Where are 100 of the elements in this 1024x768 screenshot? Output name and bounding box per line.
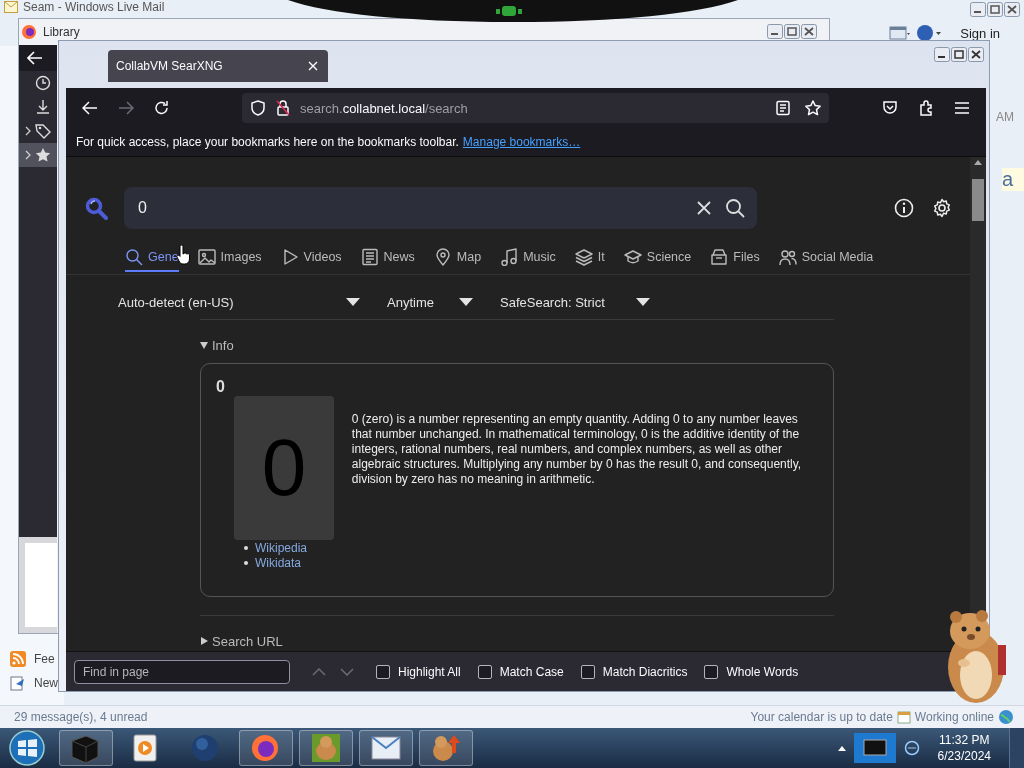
map-pin-icon	[433, 248, 452, 266]
window-controls-icon[interactable]	[767, 24, 817, 40]
image-text: 0	[234, 396, 334, 540]
image-icon	[197, 248, 216, 266]
browser-tab[interactable]: CollabVM SearXNG	[108, 50, 328, 82]
download-icon[interactable]	[35, 99, 51, 115]
newspaper-icon	[360, 248, 379, 266]
monitor-icon[interactable]	[853, 733, 896, 763]
chevron-icon[interactable]	[25, 150, 31, 160]
description-text: 0 (zero) is a number representing an empty quantity. Adding 0 to any number leaves that number unchanged. In mathematical terminology, 0 is the additive identity of the integers, rational numbers, real numbers, and complex numbers, as well as other algebraic structures. Multiplying any number by 0 has the result 0, and consequently, division by zero has no meaning in arithmetic.	[351, 411, 803, 488]
clock-time: 11:32 PM	[939, 733, 990, 747]
next-icon[interactable]	[340, 667, 354, 676]
connection-status: Working online	[914, 710, 994, 724]
section-toggle[interactable]: Info	[212, 337, 234, 353]
source-link[interactable]: Wikipedia	[255, 540, 308, 555]
folder-item[interactable]: New	[10, 675, 58, 691]
start-button-icon[interactable]	[7, 728, 47, 768]
category-tab[interactable]: News	[360, 244, 415, 272]
window-title: Library	[43, 25, 80, 39]
back-icon[interactable]	[82, 100, 98, 116]
time-text: AM	[996, 110, 1015, 124]
checkbox-label[interactable]: Match Diacritics	[602, 664, 688, 679]
clock-icon[interactable]	[35, 75, 51, 91]
collapsed-triangle-icon[interactable]	[200, 637, 208, 645]
checkbox[interactable]	[477, 664, 492, 679]
forward-icon[interactable]	[118, 100, 134, 116]
pocket-icon[interactable]	[882, 100, 898, 116]
shield-icon[interactable]	[250, 100, 266, 116]
caret-icon	[459, 298, 473, 306]
music-note-icon	[500, 248, 519, 266]
window-title: Seam - Windows Live Mail	[23, 0, 165, 14]
expanded-triangle-icon[interactable]	[200, 341, 208, 349]
category-tab[interactable]: Social Media	[778, 244, 874, 272]
clear-icon[interactable]	[697, 201, 711, 215]
layers-icon	[574, 248, 593, 266]
new-message-icon	[10, 675, 26, 691]
category-tab[interactable]: Map	[433, 244, 482, 272]
checkbox-label[interactable]: Highlight All	[398, 664, 461, 679]
people-icon	[778, 248, 797, 266]
filter-dropdown[interactable]: SafeSearch: Strict	[500, 291, 650, 313]
card-title: 0	[216, 378, 226, 396]
tag-icon[interactable]	[35, 123, 51, 139]
lock-icon[interactable]	[276, 100, 290, 116]
checkbox[interactable]	[704, 664, 719, 679]
preview-text: a	[1002, 168, 1024, 191]
settings-icon[interactable]	[932, 198, 952, 218]
category-tab[interactable]: Videos	[280, 244, 342, 272]
manage-bookmarks-link[interactable]: Manage bookmarks…	[462, 135, 581, 149]
rss-icon	[10, 651, 26, 667]
scrollbar-thumb[interactable]	[972, 179, 984, 221]
search-icon[interactable]	[725, 198, 745, 218]
checkbox-label[interactable]: Whole Words	[726, 664, 799, 679]
bookmarks-hint: For quick access, place your bookmarks here on the bookmarks toolbar.	[76, 135, 459, 149]
section-toggle[interactable]: Search URL	[212, 633, 283, 649]
info-icon[interactable]	[894, 198, 914, 218]
tab-title: CollabVM SearXNG	[116, 59, 223, 73]
clock-date: 6/23/2024	[937, 749, 991, 763]
globe-icon	[998, 709, 1014, 725]
back-arrow-icon[interactable]	[27, 51, 43, 65]
window-controls-icon[interactable]	[970, 2, 1020, 18]
checkbox[interactable]	[376, 664, 390, 679]
close-icon[interactable]	[308, 61, 318, 71]
category-tab[interactable]: Images	[197, 244, 262, 272]
search-bar[interactable]: 0	[124, 187, 757, 229]
category-tab[interactable]: It	[574, 244, 605, 272]
menu-icon[interactable]	[954, 101, 970, 115]
find-field[interactable]: Find in page	[74, 659, 290, 684]
address-bar[interactable]: search.collabnet.local/search	[242, 93, 829, 123]
category-tab[interactable]: Music	[500, 244, 556, 272]
category-tab[interactable]: Files	[710, 244, 760, 272]
star-icon[interactable]	[35, 147, 51, 163]
window-controls-icon[interactable]	[934, 47, 984, 63]
source-link[interactable]: Wikidata	[255, 555, 301, 570]
calendar-icon	[896, 710, 911, 724]
caret-icon	[636, 298, 650, 306]
status-text: 29 message(s), 4 unread	[14, 710, 148, 724]
scroll-up-icon[interactable]	[974, 159, 982, 165]
search-icon	[125, 248, 143, 266]
caret-icon	[346, 298, 360, 306]
browser-logo-icon	[21, 24, 37, 40]
folder-item[interactable]: Fee	[10, 651, 55, 667]
checkbox[interactable]	[580, 664, 595, 679]
reload-icon[interactable]	[154, 100, 170, 116]
filter-dropdown[interactable]: Auto-detect (en-US)	[118, 291, 360, 313]
sign-in-link[interactable]: Sign in	[960, 25, 1000, 41]
chevron-icon[interactable]	[25, 126, 31, 136]
window-icon[interactable]	[888, 25, 911, 41]
previous-icon[interactable]	[312, 667, 326, 676]
url-text[interactable]: search.collabnet.local/search	[300, 100, 468, 116]
filter-dropdown[interactable]: Anytime	[387, 291, 473, 313]
extensions-icon[interactable]	[918, 100, 934, 116]
checkbox-label[interactable]: Match Case	[499, 664, 564, 679]
tray-arrow-icon[interactable]	[837, 745, 846, 751]
category-tab[interactable]: Science	[623, 244, 692, 272]
tray-icon	[710, 248, 729, 266]
star-icon[interactable]	[805, 100, 821, 116]
reader-view-icon[interactable]	[775, 100, 791, 116]
hand-cursor-icon	[176, 245, 190, 265]
search-field[interactable]: 0	[138, 199, 683, 217]
bullet-icon	[244, 545, 248, 550]
